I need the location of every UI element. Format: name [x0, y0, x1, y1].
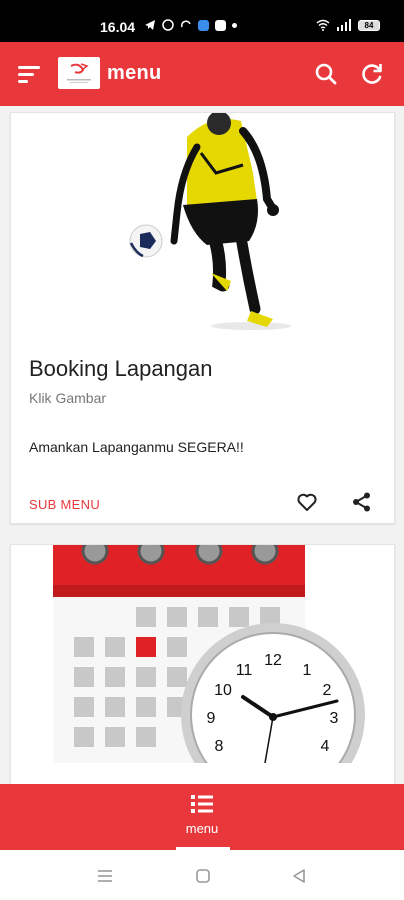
home-button[interactable]	[194, 867, 212, 885]
status-bar: 16.04 84	[0, 0, 404, 42]
schedule-image[interactable]: 12 1 2 3 4 8 9 10 11	[11, 545, 394, 763]
calendar-clock-illustration: 12 1 2 3 4 8 9 10 11	[11, 545, 394, 763]
clock-number: 11	[236, 662, 253, 679]
clock-number: 8	[215, 738, 224, 755]
search-icon	[315, 63, 337, 85]
soccer-player-illustration	[11, 113, 394, 331]
home-icon	[196, 869, 210, 883]
share-button[interactable]	[351, 491, 373, 513]
battery-icon: 84	[358, 19, 380, 31]
share-icon	[353, 492, 370, 512]
clock-number: 3	[330, 710, 339, 727]
wifi-icon	[316, 19, 330, 31]
bottom-navigation: menu	[0, 784, 404, 850]
search-button[interactable]	[312, 60, 340, 88]
nav-label-menu: menu	[185, 821, 219, 836]
back-button[interactable]	[290, 867, 308, 885]
notification-icons	[144, 19, 237, 31]
booking-card[interactable]: Booking Lapangan Klik Gambar Amankan Lap…	[10, 112, 395, 524]
system-navigation-bar	[0, 850, 404, 900]
card-description: Amankan Lapanganmu SEGERA!!	[29, 439, 244, 455]
clock-number: 10	[214, 682, 232, 699]
status-time: 16.04	[100, 19, 136, 35]
clock-number: 2	[323, 682, 332, 699]
nav-item-menu[interactable]: menu	[174, 794, 230, 850]
more-notifications-icon	[232, 22, 237, 28]
app-notification-icon	[198, 19, 209, 31]
schedule-card[interactable]: 12 1 2 3 4 8 9 10 11	[10, 544, 395, 784]
heart-icon	[297, 493, 317, 511]
booking-image[interactable]	[11, 113, 394, 331]
system-indicators: 84	[316, 19, 380, 31]
app-bar: menu	[0, 42, 404, 106]
signal-icon	[337, 19, 351, 31]
recent-apps-button[interactable]	[96, 867, 114, 885]
back-icon	[293, 869, 305, 883]
favorite-button[interactable]	[296, 491, 318, 513]
menu-list[interactable]: Booking Lapangan Klik Gambar Amankan Lap…	[0, 106, 404, 784]
gallery-notification-icon	[215, 19, 226, 31]
card-subtitle: Klik Gambar	[29, 390, 107, 406]
telegram-icon	[145, 20, 155, 30]
whatsapp-icon	[162, 19, 174, 31]
sub-menu-button[interactable]: SUB MENU	[29, 497, 100, 512]
list-icon	[191, 795, 213, 813]
clock-number: 4	[321, 738, 330, 755]
refresh-icon	[362, 64, 382, 84]
recent-apps-icon	[98, 870, 112, 882]
card-title: Booking Lapangan	[29, 356, 213, 381]
clock-number: 12	[264, 652, 282, 669]
clock-number: 1	[303, 662, 312, 679]
refresh-button[interactable]	[358, 60, 386, 88]
clock-number: 9	[207, 710, 216, 727]
app-logo	[58, 57, 100, 89]
page-title: menu	[107, 62, 162, 84]
menu-icon[interactable]	[18, 66, 40, 83]
sync-icon	[180, 20, 191, 28]
